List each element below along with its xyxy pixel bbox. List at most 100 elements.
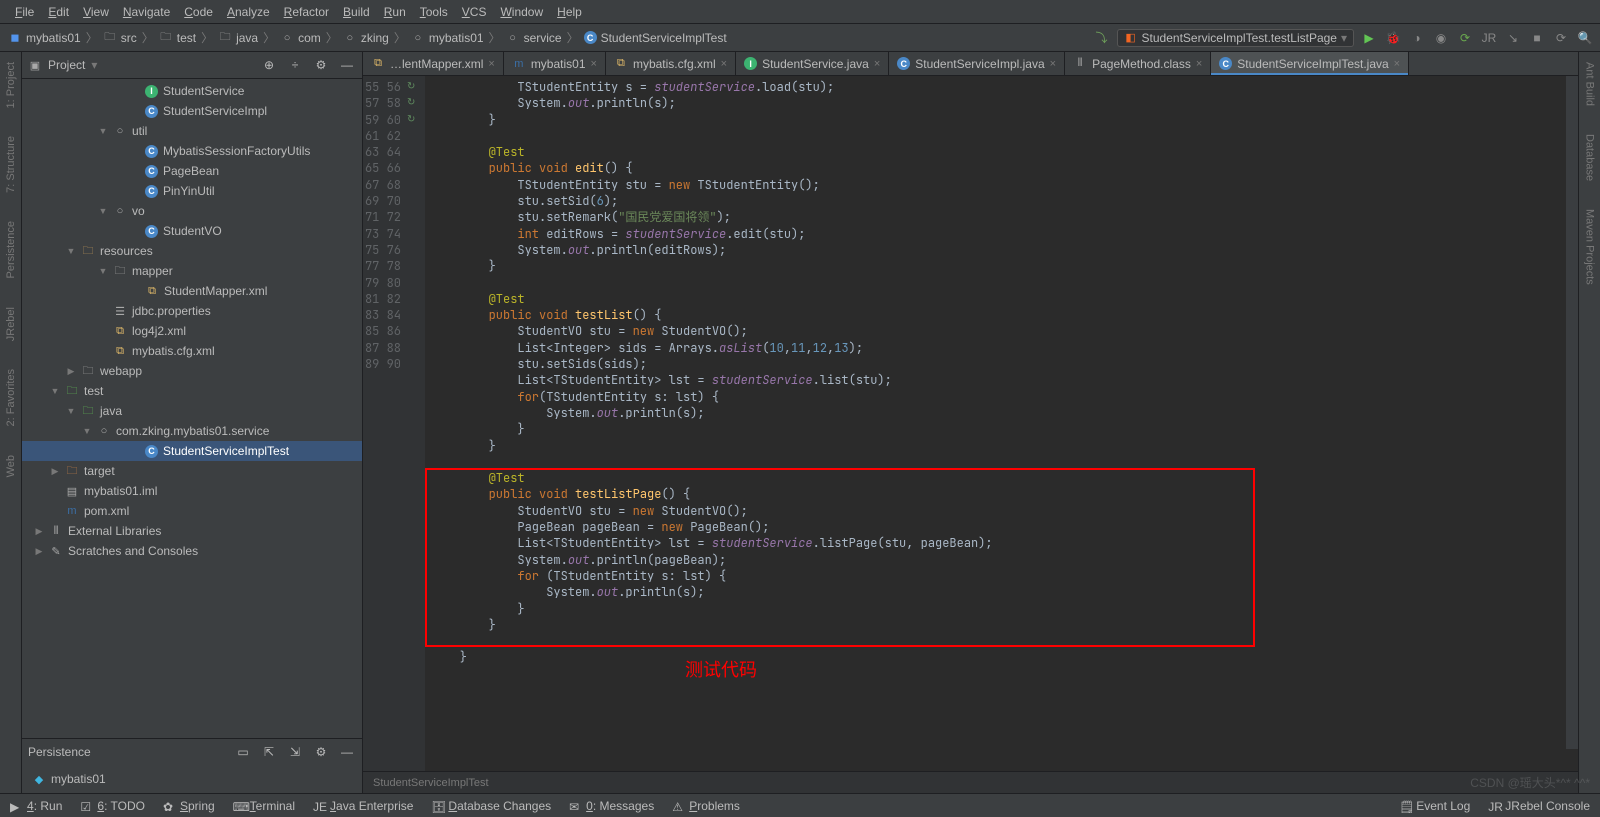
hide-icon[interactable]: —: [338, 743, 356, 761]
editor-tab[interactable]: CStudentServiceImplTest.java×: [1211, 52, 1409, 75]
tool-1-project[interactable]: 1: Project: [5, 58, 17, 112]
tree-item[interactable]: ⧉log4j2.xml: [22, 321, 362, 341]
tool-ant-build[interactable]: Ant Build: [1584, 58, 1596, 110]
coverage-button[interactable]: ◑: [1408, 29, 1426, 47]
tree-item[interactable]: ▼○vo: [22, 201, 362, 221]
close-icon[interactable]: ×: [1196, 58, 1202, 70]
tree-item[interactable]: CStudentServiceImplTest: [22, 441, 362, 461]
tree-arrow[interactable]: ▶: [66, 366, 76, 377]
layout-icon[interactable]: ▭: [234, 743, 252, 761]
tree-item[interactable]: ▶🗀target: [22, 461, 362, 481]
tree-item[interactable]: ☰jdbc.properties: [22, 301, 362, 321]
tree-item[interactable]: mpom.xml: [22, 501, 362, 521]
crumb[interactable]: ○com: [278, 31, 323, 45]
code-content[interactable]: TStudentEntity s = studentService.load(s…: [425, 76, 1578, 771]
tool-7-structure[interactable]: 7: Structure: [5, 132, 17, 197]
update-icon[interactable]: ⟳: [1552, 29, 1570, 47]
gear-icon[interactable]: ⚙: [312, 743, 330, 761]
crumb[interactable]: 🗀src: [101, 31, 139, 45]
collapse-all-icon[interactable]: ⇲: [286, 743, 304, 761]
editor-scrollbar[interactable]: [1566, 76, 1578, 749]
tool-database[interactable]: Database: [1584, 130, 1596, 185]
collapse-icon[interactable]: ÷: [286, 56, 304, 74]
search-icon[interactable]: 🔍: [1576, 29, 1594, 47]
tree-arrow[interactable]: ▼: [98, 206, 108, 216]
menu-analyze[interactable]: Analyze: [220, 3, 277, 21]
code-area[interactable]: 55 56 57 58 59 60 61 62 63 64 65 66 67 6…: [363, 76, 1578, 771]
status-terminal[interactable]: ⌨Terminal: [233, 799, 295, 813]
run-config-select[interactable]: ◧ StudentServiceImplTest.testListPage ▾: [1117, 29, 1354, 47]
persistence-item[interactable]: ◆ mybatis01: [32, 769, 352, 789]
tree-arrow[interactable]: ▼: [66, 246, 76, 256]
status-spring[interactable]: ✿Spring: [163, 799, 215, 813]
close-icon[interactable]: ×: [874, 58, 880, 70]
menu-build[interactable]: Build: [336, 3, 377, 21]
tree-item[interactable]: ▼🗀mapper: [22, 261, 362, 281]
editor-tab[interactable]: ⫴PageMethod.class×: [1065, 52, 1211, 75]
tree-arrow[interactable]: ▶: [34, 546, 44, 557]
tool-maven-projects[interactable]: Maven Projects: [1584, 205, 1596, 289]
expand-icon[interactable]: ⇱: [260, 743, 278, 761]
menu-vcs[interactable]: VCS: [455, 3, 494, 21]
editor-breadcrumb[interactable]: StudentServiceImplTest: [363, 771, 1578, 793]
gear-icon[interactable]: ⚙: [312, 56, 330, 74]
menu-edit[interactable]: Edit: [41, 3, 76, 21]
jrebel-debug-icon[interactable]: JR: [1480, 29, 1498, 47]
tree-item[interactable]: ▼🗀test: [22, 381, 362, 401]
tree-arrow[interactable]: ▼: [82, 426, 92, 436]
tree-item[interactable]: ▶🗀webapp: [22, 361, 362, 381]
tree-arrow[interactable]: ▼: [98, 266, 108, 276]
tree-item[interactable]: ▼🗀java: [22, 401, 362, 421]
tree-item[interactable]: IStudentService: [22, 81, 362, 101]
project-tree[interactable]: IStudentServiceCStudentServiceImpl▼○util…: [22, 79, 362, 738]
run-button[interactable]: ▶: [1360, 29, 1378, 47]
jrebel-run-icon[interactable]: ⟳: [1456, 29, 1474, 47]
menu-run[interactable]: Run: [377, 3, 413, 21]
tree-item[interactable]: ▼○util: [22, 121, 362, 141]
target-icon[interactable]: ⊕: [260, 56, 278, 74]
menu-code[interactable]: Code: [177, 3, 220, 21]
status-database-changes[interactable]: 🗄Database Changes: [431, 799, 551, 813]
status-event-log[interactable]: 🗒Event Log: [1399, 799, 1470, 813]
tree-item[interactable]: CMybatisSessionFactoryUtils: [22, 141, 362, 161]
menu-help[interactable]: Help: [550, 3, 589, 21]
crumb[interactable]: CStudentServiceImplTest: [582, 31, 729, 45]
editor-tab[interactable]: ⧉…lentMapper.xml×: [363, 52, 504, 75]
editor-tab[interactable]: mmybatis01×: [504, 52, 606, 75]
status-0-messages[interactable]: ✉0: Messages: [569, 799, 654, 813]
menu-view[interactable]: View: [76, 3, 116, 21]
tree-arrow[interactable]: ▼: [66, 406, 76, 416]
hide-icon[interactable]: —: [338, 56, 356, 74]
menu-refactor[interactable]: Refactor: [277, 3, 336, 21]
tree-item[interactable]: ⧉mybatis.cfg.xml: [22, 341, 362, 361]
chevron-down-icon[interactable]: ▾: [91, 58, 97, 72]
status-4-run[interactable]: ▶4: Run: [10, 799, 62, 813]
status-jrebel-console[interactable]: JRJRebel Console: [1488, 799, 1590, 813]
crumb[interactable]: ○service: [504, 31, 564, 45]
tree-item[interactable]: CPinYinUtil: [22, 181, 362, 201]
tree-item[interactable]: ▤mybatis01.iml: [22, 481, 362, 501]
editor-tab[interactable]: CStudentServiceImpl.java×: [889, 52, 1065, 75]
tree-arrow[interactable]: ▶: [34, 526, 44, 537]
menu-tools[interactable]: Tools: [413, 3, 455, 21]
tree-arrow[interactable]: ▼: [50, 386, 60, 396]
status-java-enterprise[interactable]: JEJava Enterprise: [313, 799, 413, 813]
attach-icon[interactable]: ↘: [1504, 29, 1522, 47]
tree-arrow[interactable]: ▼: [98, 126, 108, 136]
tree-item[interactable]: CStudentServiceImpl: [22, 101, 362, 121]
close-icon[interactable]: ×: [591, 58, 597, 70]
crumb[interactable]: 🗀java: [216, 31, 260, 45]
tree-item[interactable]: CStudentVO: [22, 221, 362, 241]
crumb[interactable]: ◼mybatis01: [6, 31, 83, 45]
tool-2-favorites[interactable]: 2: Favorites: [5, 365, 17, 430]
menu-navigate[interactable]: Navigate: [116, 3, 177, 21]
crumb[interactable]: ○mybatis01: [409, 31, 486, 45]
profile-button[interactable]: ◉: [1432, 29, 1450, 47]
tool-jrebel[interactable]: JRebel: [5, 303, 17, 345]
tree-item[interactable]: CPageBean: [22, 161, 362, 181]
tree-item[interactable]: ▼🗀resources: [22, 241, 362, 261]
tree-item[interactable]: ▶✎Scratches and Consoles: [22, 541, 362, 561]
stop-button[interactable]: ■: [1528, 29, 1546, 47]
crumb[interactable]: 🗀test: [157, 31, 198, 45]
tree-arrow[interactable]: ▶: [50, 466, 60, 477]
